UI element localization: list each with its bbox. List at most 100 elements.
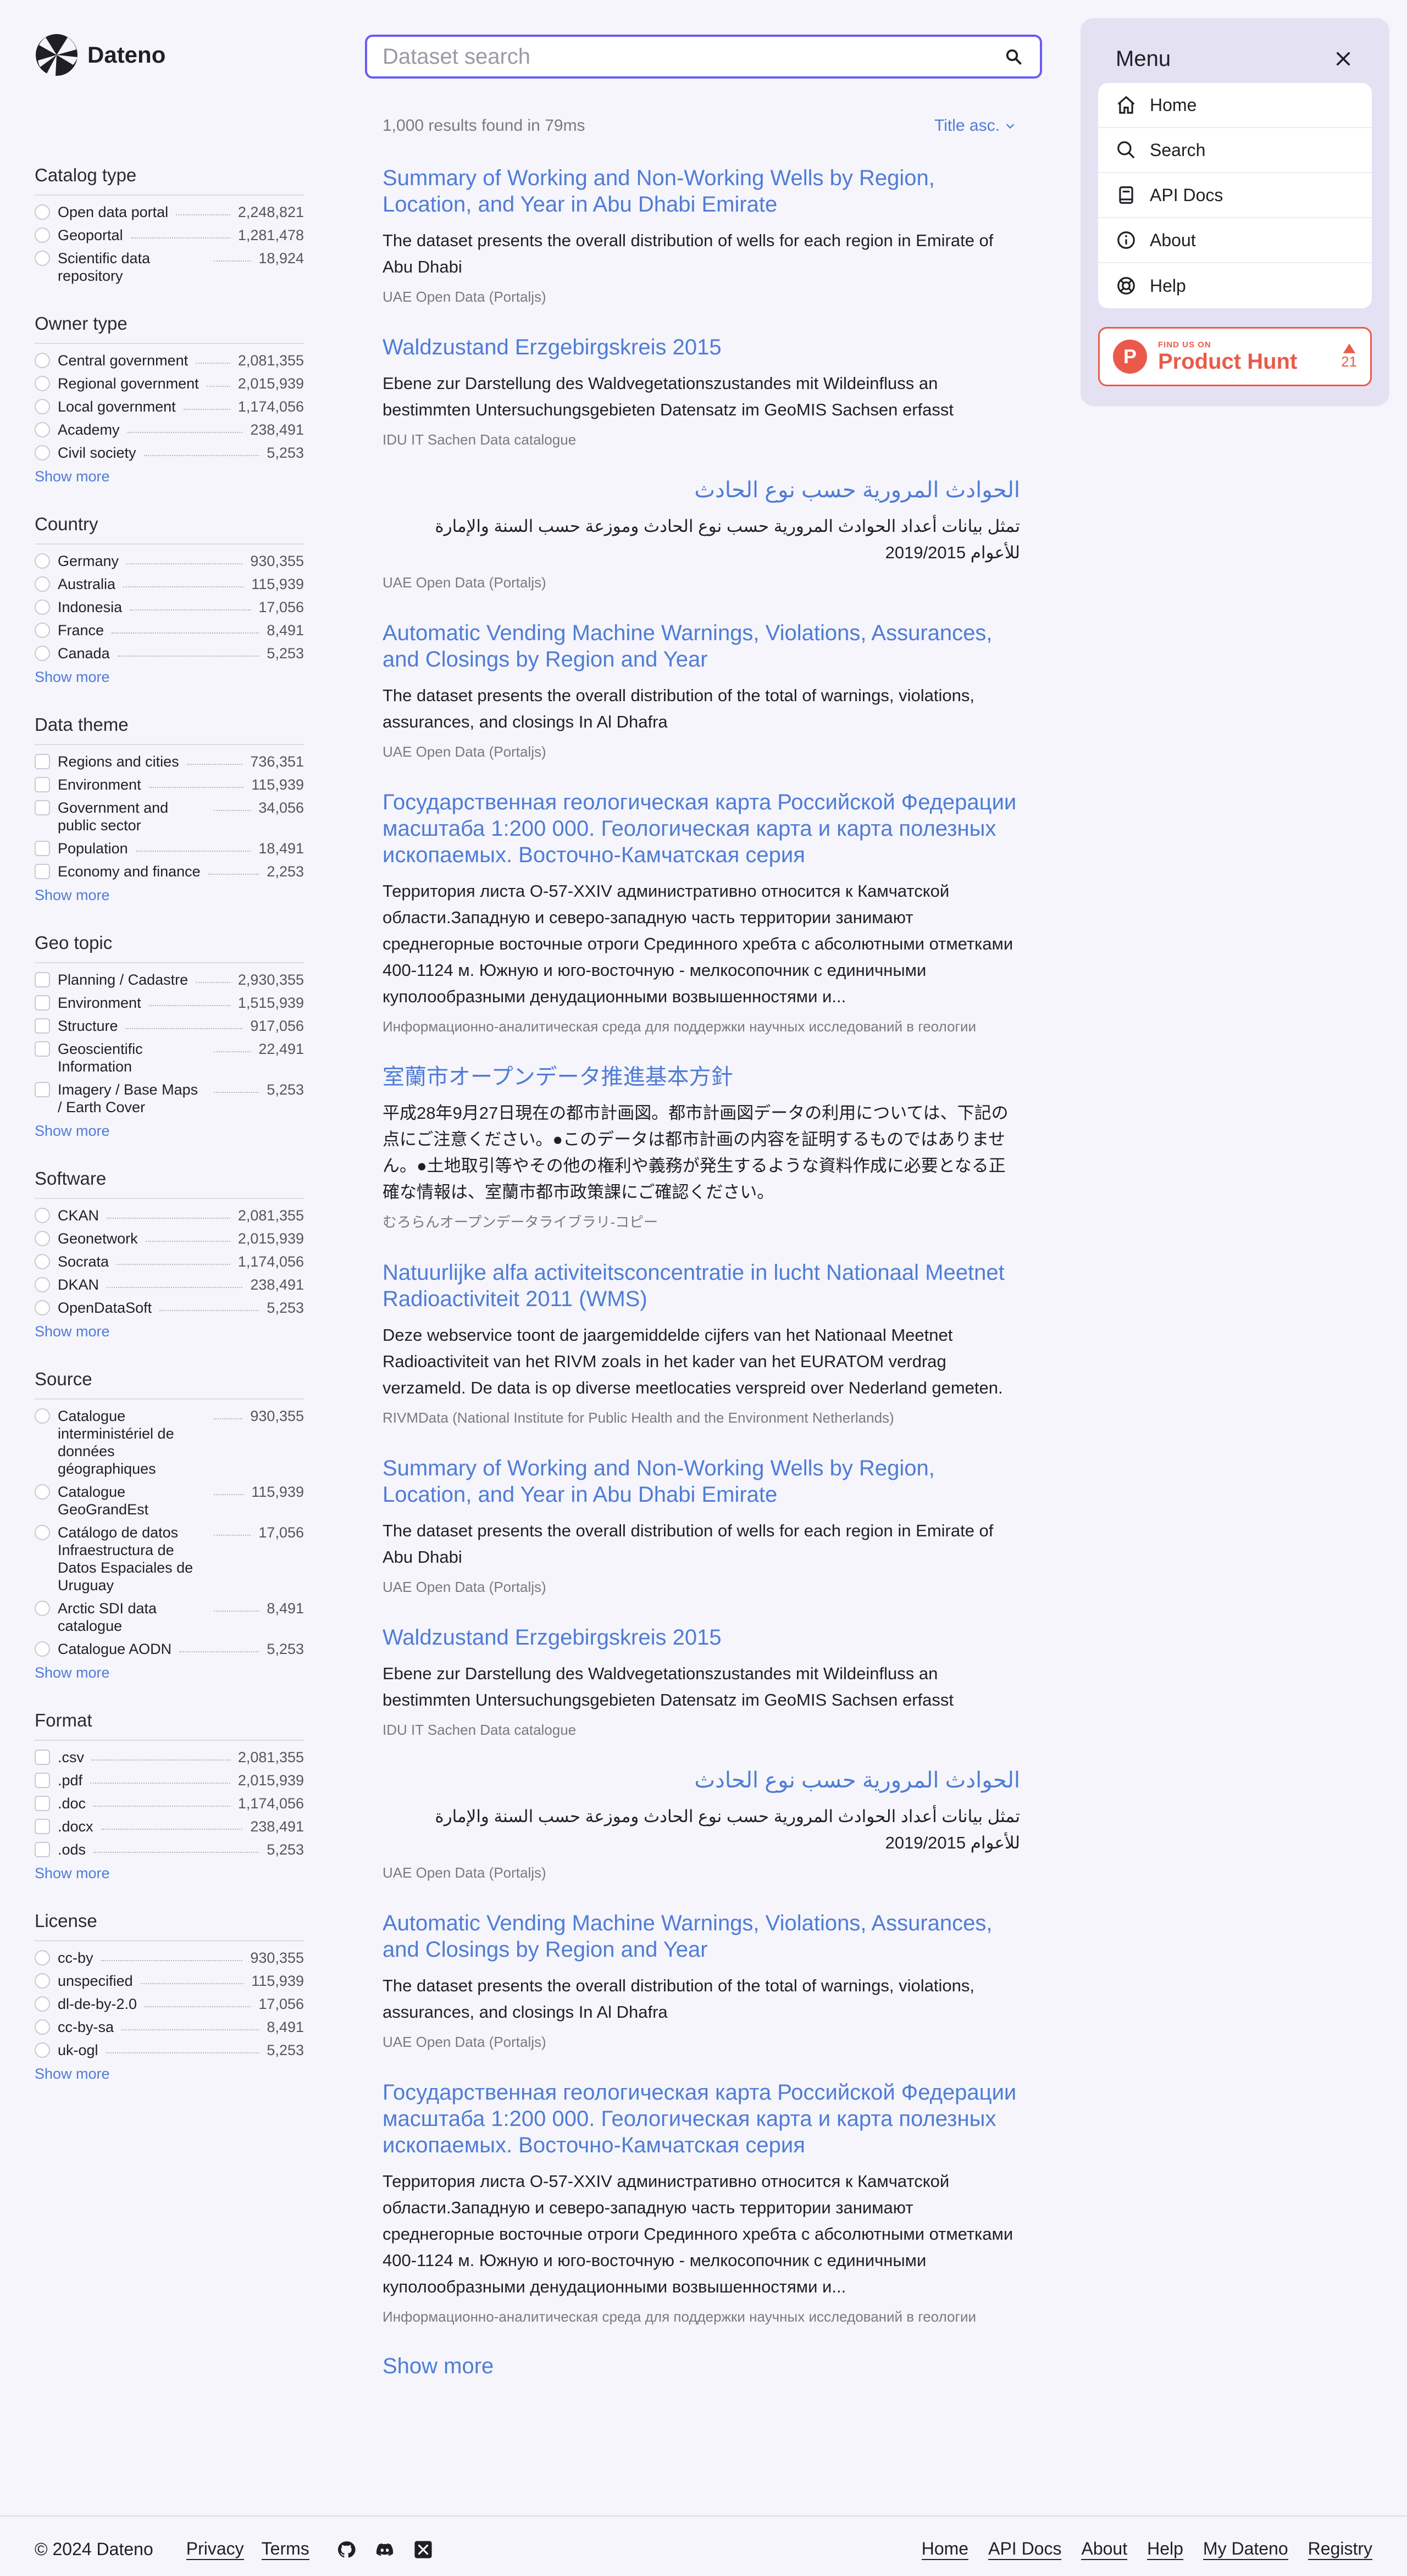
menu-item-about[interactable]: About bbox=[1098, 218, 1372, 263]
facet-option[interactable]: .doc 1,174,056 bbox=[35, 1795, 304, 1812]
result-title-link[interactable]: Государственная геологическая карта Росс… bbox=[383, 789, 1020, 868]
checkbox[interactable] bbox=[35, 995, 50, 1011]
facet-option[interactable]: France 8,491 bbox=[35, 621, 304, 639]
show-more-link[interactable]: Show more bbox=[35, 468, 110, 485]
checkbox[interactable] bbox=[35, 1819, 50, 1834]
footer-link-registry[interactable]: Registry bbox=[1308, 2539, 1372, 2560]
checkbox[interactable] bbox=[35, 1750, 50, 1765]
facet-option[interactable]: Scientific data repository 18,924 bbox=[35, 249, 304, 285]
result-title-link[interactable]: الحوادث المرورية حسب نوع الحادث bbox=[383, 1767, 1020, 1794]
checkbox[interactable] bbox=[35, 1842, 50, 1857]
show-more-link[interactable]: Show more bbox=[35, 669, 110, 686]
github-icon[interactable] bbox=[337, 2540, 356, 2559]
facet-option[interactable]: Regional government 2,015,939 bbox=[35, 375, 304, 392]
menu-item-api-docs[interactable]: API Docs bbox=[1098, 173, 1372, 218]
facet-option[interactable]: Academy 238,491 bbox=[35, 421, 304, 438]
menu-item-search[interactable]: Search bbox=[1098, 128, 1372, 173]
facet-option[interactable]: Catalogue AODN 5,253 bbox=[35, 1640, 304, 1658]
radio-button[interactable] bbox=[35, 1300, 50, 1315]
result-title-link[interactable]: Automatic Vending Machine Warnings, Viol… bbox=[383, 620, 1020, 673]
facet-option[interactable]: Canada 5,253 bbox=[35, 645, 304, 662]
facet-option[interactable]: Indonesia 17,056 bbox=[35, 598, 304, 616]
facet-option[interactable]: Imagery / Base Maps / Earth Cover 5,253 bbox=[35, 1081, 304, 1116]
result-title-link[interactable]: Государственная геологическая карта Росс… bbox=[383, 2079, 1020, 2158]
facet-option[interactable]: Planning / Cadastre 2,930,355 bbox=[35, 971, 304, 989]
checkbox[interactable] bbox=[35, 972, 50, 987]
show-more-link[interactable]: Show more bbox=[35, 887, 110, 904]
result-title-link[interactable]: 室蘭市オープンデータ推進基本方針 bbox=[383, 1064, 1020, 1090]
radio-button[interactable] bbox=[35, 553, 50, 569]
facet-option[interactable]: .csv 2,081,355 bbox=[35, 1748, 304, 1766]
menu-close-button[interactable] bbox=[1331, 47, 1355, 71]
facet-option[interactable]: Germany 930,355 bbox=[35, 552, 304, 570]
radio-button[interactable] bbox=[35, 1408, 50, 1424]
radio-button[interactable] bbox=[35, 2019, 50, 2035]
facet-option[interactable]: Arctic SDI data catalogue 8,491 bbox=[35, 1600, 304, 1635]
facet-option[interactable]: Economy and finance 2,253 bbox=[35, 863, 304, 880]
radio-button[interactable] bbox=[35, 646, 50, 661]
results-show-more-link[interactable]: Show more bbox=[383, 2354, 494, 2379]
result-title-link[interactable]: الحوادث المرورية حسب نوع الحادث bbox=[383, 477, 1020, 503]
facet-option[interactable]: Geoscientific Information 22,491 bbox=[35, 1040, 304, 1075]
facet-option[interactable]: Environment 1,515,939 bbox=[35, 994, 304, 1012]
facet-option[interactable]: Open data portal 2,248,821 bbox=[35, 203, 304, 221]
radio-button[interactable] bbox=[35, 1231, 50, 1246]
facet-option[interactable]: OpenDataSoft 5,253 bbox=[35, 1299, 304, 1317]
facet-option[interactable]: Catálogo de datos Infraestructura de Dat… bbox=[35, 1524, 304, 1594]
checkbox[interactable] bbox=[35, 1796, 50, 1811]
menu-item-home[interactable]: Home bbox=[1098, 83, 1372, 128]
facet-option[interactable]: cc-by-sa 8,491 bbox=[35, 2018, 304, 2036]
facet-option[interactable]: Government and public sector 34,056 bbox=[35, 799, 304, 834]
radio-button[interactable] bbox=[35, 353, 50, 368]
radio-button[interactable] bbox=[35, 376, 50, 391]
checkbox[interactable] bbox=[35, 1041, 50, 1057]
radio-button[interactable] bbox=[35, 1973, 50, 1989]
facet-option[interactable]: Geoportal 1,281,478 bbox=[35, 226, 304, 244]
radio-button[interactable] bbox=[35, 623, 50, 638]
facet-option[interactable]: Catalogue GeoGrandEst 115,939 bbox=[35, 1483, 304, 1518]
x-icon[interactable] bbox=[414, 2540, 433, 2559]
checkbox[interactable] bbox=[35, 800, 50, 815]
footer-link-my-dateno[interactable]: My Dateno bbox=[1203, 2539, 1288, 2560]
checkbox[interactable] bbox=[35, 1018, 50, 1034]
product-hunt-badge[interactable]: P FIND US ON Product Hunt 21 bbox=[1098, 327, 1372, 386]
show-more-link[interactable]: Show more bbox=[35, 1664, 110, 1681]
checkbox[interactable] bbox=[35, 1082, 50, 1097]
checkbox[interactable] bbox=[35, 1773, 50, 1788]
radio-button[interactable] bbox=[35, 204, 50, 220]
checkbox[interactable] bbox=[35, 841, 50, 856]
radio-button[interactable] bbox=[35, 445, 50, 460]
radio-button[interactable] bbox=[35, 1254, 50, 1269]
result-title-link[interactable]: Natuurlijke alfa activiteitsconcentratie… bbox=[383, 1259, 1020, 1312]
show-more-link[interactable]: Show more bbox=[35, 2066, 110, 2083]
show-more-link[interactable]: Show more bbox=[35, 1865, 110, 1882]
facet-option[interactable]: Central government 2,081,355 bbox=[35, 352, 304, 369]
footer-link-home[interactable]: Home bbox=[921, 2539, 969, 2560]
facet-option[interactable]: .docx 238,491 bbox=[35, 1818, 304, 1835]
radio-button[interactable] bbox=[35, 1484, 50, 1500]
radio-button[interactable] bbox=[35, 251, 50, 266]
radio-button[interactable] bbox=[35, 422, 50, 437]
facet-option[interactable]: Environment 115,939 bbox=[35, 776, 304, 793]
result-title-link[interactable]: Waldzustand Erzgebirgskreis 2015 bbox=[383, 334, 1020, 360]
radio-button[interactable] bbox=[35, 1641, 50, 1657]
result-title-link[interactable]: Summary of Working and Non-Working Wells… bbox=[383, 165, 1020, 218]
facet-option[interactable]: CKAN 2,081,355 bbox=[35, 1207, 304, 1224]
radio-button[interactable] bbox=[35, 399, 50, 414]
facet-option[interactable]: Regions and cities 736,351 bbox=[35, 753, 304, 770]
brand-logo[interactable]: Dateno bbox=[35, 33, 165, 77]
facet-option[interactable]: Catalogue interministériel de données gé… bbox=[35, 1407, 304, 1478]
facet-option[interactable]: uk-ogl 5,253 bbox=[35, 2041, 304, 2059]
facet-option[interactable]: Socrata 1,174,056 bbox=[35, 1253, 304, 1270]
radio-button[interactable] bbox=[35, 1996, 50, 2012]
facet-option[interactable]: unspecified 115,939 bbox=[35, 1972, 304, 1990]
footer-link-terms[interactable]: Terms bbox=[261, 2539, 309, 2560]
result-title-link[interactable]: Waldzustand Erzgebirgskreis 2015 bbox=[383, 1624, 1020, 1651]
search-input[interactable] bbox=[383, 44, 1002, 69]
facet-option[interactable]: Structure 917,056 bbox=[35, 1017, 304, 1035]
footer-link-about[interactable]: About bbox=[1081, 2539, 1128, 2560]
radio-button[interactable] bbox=[35, 1525, 50, 1540]
footer-link-help[interactable]: Help bbox=[1147, 2539, 1183, 2560]
radio-button[interactable] bbox=[35, 2042, 50, 2058]
radio-button[interactable] bbox=[35, 227, 50, 243]
